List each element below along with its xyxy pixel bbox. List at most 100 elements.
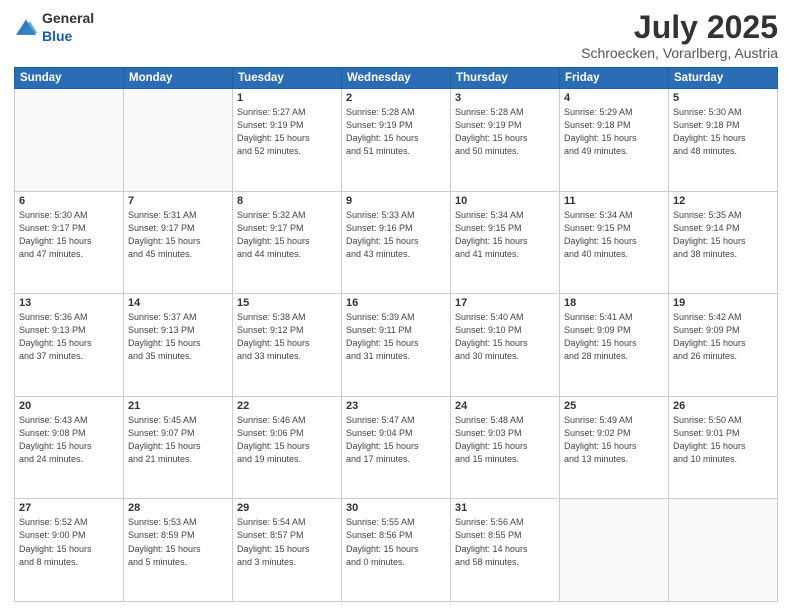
- day-number: 11: [564, 195, 664, 207]
- day-info: Sunrise: 5:28 AM Sunset: 9:19 PM Dayligh…: [455, 106, 555, 158]
- table-row: 12 Sunrise: 5:35 AM Sunset: 9:14 PM Dayli…: [669, 191, 778, 294]
- day-number: 3: [455, 92, 555, 104]
- day-info: Sunrise: 5:46 AM Sunset: 9:06 PM Dayligh…: [237, 414, 337, 466]
- table-row: 15Sunrise: 5:38 AM Sunset: 9:12 PM Dayli…: [233, 294, 342, 397]
- day-info: Sunrise: 5:39 AM Sunset: 9:11 PM Dayligh…: [346, 311, 446, 363]
- calendar-week-row: 1 Sunrise: 5:27 AM Sunset: 9:19 PM Daylig…: [15, 89, 778, 192]
- day-info: Sunrise: 5:53 AM Sunset: 8:59 PM Dayligh…: [128, 516, 228, 568]
- day-number: 16: [346, 297, 446, 309]
- table-row: 14 Sunrise: 5:37 AM Sunset: 9:13 PM Dayli…: [124, 294, 233, 397]
- table-row: 26 Sunrise: 5:50 AM Sunset: 9:01 PM Dayli…: [669, 396, 778, 499]
- page: General Blue July 2025 Schroecken, Vorar…: [0, 0, 792, 612]
- day-info: Sunrise: 5:50 AM Sunset: 9:01 PM Dayligh…: [673, 414, 773, 466]
- day-number: 27: [19, 502, 119, 514]
- day-number: 8: [237, 195, 337, 207]
- day-info: Sunrise: 5:36 AM Sunset: 9:13 PM Dayligh…: [19, 311, 119, 363]
- table-row: 6Sunrise: 5:30 AM Sunset: 9:17 PM Daylig…: [15, 191, 124, 294]
- table-row: 13 Sunrise: 5:36 AM Sunset: 9:13 PM Dayli…: [15, 294, 124, 397]
- day-number: 7: [128, 195, 228, 207]
- day-number: 28: [128, 502, 228, 514]
- day-info: Sunrise: 5:41 AM Sunset: 9:09 PM Dayligh…: [564, 311, 664, 363]
- day-info: Sunrise: 5:55 AM Sunset: 8:56 PM Dayligh…: [346, 516, 446, 568]
- table-row: 5 Sunrise: 5:30 AM Sunset: 9:18 PM Daylig…: [669, 89, 778, 192]
- table-row: 19 Sunrise: 5:42 AM Sunset: 9:09 PM Dayli…: [669, 294, 778, 397]
- table-row: 21Sunrise: 5:45 AM Sunset: 9:07 PM Dayli…: [124, 396, 233, 499]
- day-info: Sunrise: 5:34 AM Sunset: 9:15 PM Dayligh…: [455, 209, 555, 261]
- title-block: July 2025 Schroecken, Vorarlberg, Austri…: [581, 10, 778, 61]
- table-row: 9 Sunrise: 5:33 AM Sunset: 9:16 PM Daylig…: [342, 191, 451, 294]
- table-row: 11 Sunrise: 5:34 AM Sunset: 9:15 PM Dayli…: [560, 191, 669, 294]
- day-number: 1: [237, 92, 337, 104]
- table-row: 28 Sunrise: 5:53 AM Sunset: 8:59 PM Dayli…: [124, 499, 233, 602]
- table-row: [124, 89, 233, 192]
- day-info: Sunrise: 5:30 AM Sunset: 9:17 PM Dayligh…: [19, 209, 119, 261]
- table-row: 4 Sunrise: 5:29 AM Sunset: 9:18 PM Daylig…: [560, 89, 669, 192]
- day-info: Sunrise: 5:54 AM Sunset: 8:57 PM Dayligh…: [237, 516, 337, 568]
- logo-text: General Blue: [42, 10, 94, 46]
- table-row: 2Sunrise: 5:28 AM Sunset: 9:19 PM Daylig…: [342, 89, 451, 192]
- table-row: 30 Sunrise: 5:55 AM Sunset: 8:56 PM Dayli…: [342, 499, 451, 602]
- day-info: Sunrise: 5:40 AM Sunset: 9:10 PM Dayligh…: [455, 311, 555, 363]
- logo-blue: Blue: [42, 28, 72, 44]
- day-number: 23: [346, 400, 446, 412]
- calendar-week-row: 13 Sunrise: 5:36 AM Sunset: 9:13 PM Dayli…: [15, 294, 778, 397]
- main-title: July 2025: [581, 10, 778, 45]
- day-info: Sunrise: 5:47 AM Sunset: 9:04 PM Dayligh…: [346, 414, 446, 466]
- day-number: 24: [455, 400, 555, 412]
- header: General Blue July 2025 Schroecken, Vorar…: [14, 10, 778, 61]
- calendar-header-row: Sunday Monday Tuesday Wednesday Thursday…: [15, 68, 778, 89]
- table-row: 3 Sunrise: 5:28 AM Sunset: 9:19 PM Daylig…: [451, 89, 560, 192]
- table-row: 24 Sunrise: 5:48 AM Sunset: 9:03 PM Dayli…: [451, 396, 560, 499]
- day-info: Sunrise: 5:28 AM Sunset: 9:19 PM Dayligh…: [346, 106, 446, 158]
- day-number: 26: [673, 400, 773, 412]
- header-saturday: Saturday: [669, 68, 778, 89]
- table-row: 17 Sunrise: 5:40 AM Sunset: 9:10 PM Dayli…: [451, 294, 560, 397]
- day-number: 17: [455, 297, 555, 309]
- table-row: 31Sunrise: 5:56 AM Sunset: 8:55 PM Dayli…: [451, 499, 560, 602]
- table-row: 7 Sunrise: 5:31 AM Sunset: 9:17 PM Daylig…: [124, 191, 233, 294]
- day-number: 5: [673, 92, 773, 104]
- table-row: 27Sunrise: 5:52 AM Sunset: 9:00 PM Dayli…: [15, 499, 124, 602]
- day-number: 18: [564, 297, 664, 309]
- day-info: Sunrise: 5:33 AM Sunset: 9:16 PM Dayligh…: [346, 209, 446, 261]
- day-info: Sunrise: 5:37 AM Sunset: 9:13 PM Dayligh…: [128, 311, 228, 363]
- table-row: [15, 89, 124, 192]
- day-number: 29: [237, 502, 337, 514]
- day-number: 20: [19, 400, 119, 412]
- day-number: 10: [455, 195, 555, 207]
- day-info: Sunrise: 5:31 AM Sunset: 9:17 PM Dayligh…: [128, 209, 228, 261]
- day-number: 14: [128, 297, 228, 309]
- header-sunday: Sunday: [15, 68, 124, 89]
- calendar-week-row: 20 Sunrise: 5:43 AM Sunset: 9:08 PM Dayli…: [15, 396, 778, 499]
- day-info: Sunrise: 5:34 AM Sunset: 9:15 PM Dayligh…: [564, 209, 664, 261]
- day-info: Sunrise: 5:27 AM Sunset: 9:19 PM Dayligh…: [237, 106, 337, 158]
- logo: General Blue: [14, 10, 94, 46]
- day-info: Sunrise: 5:43 AM Sunset: 9:08 PM Dayligh…: [19, 414, 119, 466]
- header-thursday: Thursday: [451, 68, 560, 89]
- day-info: Sunrise: 5:42 AM Sunset: 9:09 PM Dayligh…: [673, 311, 773, 363]
- day-info: Sunrise: 5:48 AM Sunset: 9:03 PM Dayligh…: [455, 414, 555, 466]
- day-number: 9: [346, 195, 446, 207]
- table-row: 23 Sunrise: 5:47 AM Sunset: 9:04 PM Dayli…: [342, 396, 451, 499]
- calendar-week-row: 27Sunrise: 5:52 AM Sunset: 9:00 PM Dayli…: [15, 499, 778, 602]
- day-number: 12: [673, 195, 773, 207]
- header-wednesday: Wednesday: [342, 68, 451, 89]
- day-number: 4: [564, 92, 664, 104]
- sub-title: Schroecken, Vorarlberg, Austria: [581, 45, 778, 61]
- day-info: Sunrise: 5:30 AM Sunset: 9:18 PM Dayligh…: [673, 106, 773, 158]
- day-number: 13: [19, 297, 119, 309]
- table-row: 20 Sunrise: 5:43 AM Sunset: 9:08 PM Dayli…: [15, 396, 124, 499]
- day-info: Sunrise: 5:29 AM Sunset: 9:18 PM Dayligh…: [564, 106, 664, 158]
- table-row: 10 Sunrise: 5:34 AM Sunset: 9:15 PM Dayli…: [451, 191, 560, 294]
- day-number: 21: [128, 400, 228, 412]
- day-number: 19: [673, 297, 773, 309]
- day-number: 30: [346, 502, 446, 514]
- logo-icon: [14, 18, 38, 38]
- table-row: 8Sunrise: 5:32 AM Sunset: 9:17 PM Daylig…: [233, 191, 342, 294]
- table-row: [560, 499, 669, 602]
- day-number: 15: [237, 297, 337, 309]
- table-row: 29 Sunrise: 5:54 AM Sunset: 8:57 PM Dayli…: [233, 499, 342, 602]
- day-info: Sunrise: 5:35 AM Sunset: 9:14 PM Dayligh…: [673, 209, 773, 261]
- table-row: 1 Sunrise: 5:27 AM Sunset: 9:19 PM Daylig…: [233, 89, 342, 192]
- logo-general: General: [42, 10, 94, 26]
